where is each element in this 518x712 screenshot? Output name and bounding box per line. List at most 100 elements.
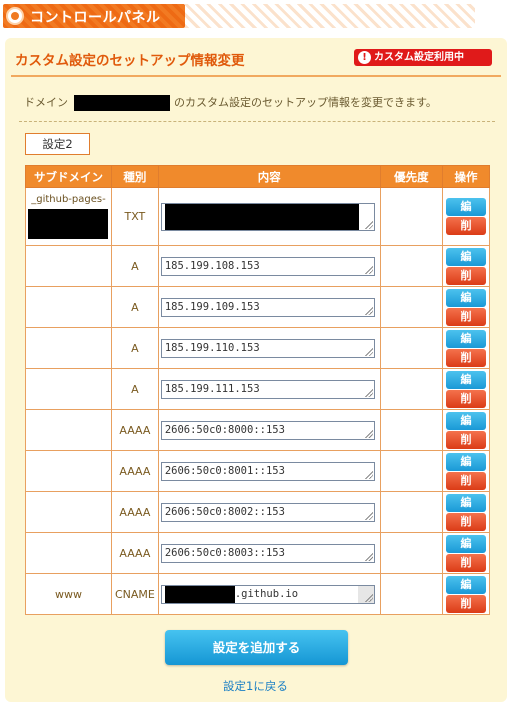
resize-grip-icon[interactable] <box>363 219 373 229</box>
table-row: A 185.199.110.153 編削 <box>25 327 490 369</box>
resize-grip-icon[interactable] <box>363 551 373 561</box>
table-row: AAAA 2606:50c0:8000::153 編削 <box>25 409 490 451</box>
content-field[interactable]: 185.199.108.153 <box>160 256 375 276</box>
subdomain-cell: _github-pages- <box>25 187 112 246</box>
content-cell <box>157 187 381 246</box>
header-operation: 操作 <box>442 165 490 188</box>
delete-button[interactable]: 削 <box>446 348 487 367</box>
table-row: AAAA 2606:50c0:8001::153 編削 <box>25 450 490 492</box>
content-field[interactable] <box>160 202 375 231</box>
content-field[interactable]: 185.199.109.153 <box>160 297 375 317</box>
edit-button[interactable]: 編 <box>446 452 487 471</box>
redacted-content <box>164 203 359 230</box>
content-value: 185.199.108.153 <box>164 259 260 272</box>
panel-title: カスタム設定のセットアップ情報変更 <box>15 53 245 69</box>
subdomain-cell <box>25 368 112 410</box>
edit-button[interactable]: 編 <box>446 370 487 389</box>
settings-panel: カスタム設定のセットアップ情報変更 ! カスタム設定利用中 ドメイン のカスタム設… <box>5 38 507 702</box>
description-suffix: のカスタム設定のセットアップ情報を変更できます。 <box>174 96 437 109</box>
delete-button[interactable]: 削 <box>446 266 487 285</box>
delete-button[interactable]: 削 <box>446 471 487 490</box>
description: ドメイン のカスタム設定のセットアップ情報を変更できます。 <box>24 94 437 111</box>
resize-grip-icon[interactable] <box>363 305 373 315</box>
edit-button[interactable]: 編 <box>446 329 487 348</box>
header-stripe <box>185 4 475 28</box>
edit-button[interactable]: 編 <box>446 411 487 430</box>
content-field[interactable]: 185.199.111.153 <box>160 379 375 399</box>
subdomain-cell <box>25 491 112 533</box>
content-cell: 2606:50c0:8003::153 <box>157 532 381 574</box>
type-cell: AAAA <box>110 450 159 492</box>
resize-grip-icon[interactable] <box>363 264 373 274</box>
header-type: 種別 <box>110 165 159 188</box>
operation-cell: 編削 <box>442 573 490 615</box>
header-priority: 優先度 <box>379 165 444 188</box>
set-label: 設定2 <box>25 133 90 155</box>
edit-button[interactable]: 編 <box>446 247 487 266</box>
subdomain-cell <box>25 409 112 451</box>
content-cell: 185.199.109.153 <box>157 286 381 328</box>
delete-button[interactable]: 削 <box>446 512 487 531</box>
alert-icon: ! <box>358 51 371 64</box>
edit-button[interactable]: 編 <box>446 198 487 216</box>
operation-cell: 編削 <box>442 532 490 574</box>
content-value: 2606:50c0:8001::153 <box>164 464 285 477</box>
content-value: 185.199.110.153 <box>164 341 260 354</box>
resize-grip-icon[interactable] <box>363 469 373 479</box>
table-row: AAAA 2606:50c0:8003::153 編削 <box>25 532 490 574</box>
content-field[interactable]: 2606:50c0:8001::153 <box>160 461 375 481</box>
add-setting-button[interactable]: 設定を追加する <box>165 630 348 665</box>
edit-button[interactable]: 編 <box>446 288 487 307</box>
edit-button[interactable]: 編 <box>446 534 487 553</box>
subdomain-cell <box>25 245 112 287</box>
dotted-divider <box>19 121 495 122</box>
content-field[interactable]: 2606:50c0:8002::153 <box>160 502 375 522</box>
type-cell: A <box>110 245 159 287</box>
content-field[interactable]: 2606:50c0:8000::153 <box>160 420 375 440</box>
description-prefix: ドメイン <box>24 96 68 109</box>
resize-grip-icon[interactable] <box>363 428 373 438</box>
delete-button[interactable]: 削 <box>446 594 487 613</box>
type-cell: AAAA <box>110 532 159 574</box>
content-field[interactable]: 185.199.110.153 <box>160 338 375 358</box>
edit-button[interactable]: 編 <box>446 493 487 512</box>
type-cell: AAAA <box>110 409 159 451</box>
content-value: .github.io <box>234 587 299 600</box>
resize-grip-icon[interactable] <box>363 592 373 602</box>
content-field[interactable]: 2606:50c0:8003::153 <box>160 543 375 563</box>
resize-grip-icon[interactable] <box>363 510 373 520</box>
delete-button[interactable]: 削 <box>446 430 487 449</box>
content-value: 2606:50c0:8002::153 <box>164 505 285 518</box>
content-cell: 2606:50c0:8002::153 <box>157 491 381 533</box>
operation-cell: 編 削 <box>442 187 490 246</box>
subdomain-cell <box>25 327 112 369</box>
operation-cell: 編削 <box>442 286 490 328</box>
header-subdomain: サブドメイン <box>25 165 112 188</box>
delete-button[interactable]: 削 <box>446 217 487 235</box>
subdomain-cell <box>25 532 112 574</box>
type-cell: CNAME <box>110 573 159 615</box>
delete-button[interactable]: 削 <box>446 307 487 326</box>
header-content: 内容 <box>157 165 381 188</box>
type-cell: A <box>110 327 159 369</box>
redacted-content <box>164 585 235 603</box>
table-row: A 185.199.111.153 編削 <box>25 368 490 410</box>
type-cell: TXT <box>110 187 159 246</box>
operation-cell: 編削 <box>442 450 490 492</box>
back-to-setting1-link[interactable]: 設定1に戻る <box>223 678 288 694</box>
header-title: コントロールパネル <box>30 10 161 26</box>
type-cell: A <box>110 368 159 410</box>
gear-icon <box>6 7 24 25</box>
dns-records-table: サブドメイン 種別 内容 優先度 操作 _github-pages- TXT 編… <box>25 165 490 615</box>
table-row: AAAA 2606:50c0:8002::153 編削 <box>25 491 490 533</box>
operation-cell: 編削 <box>442 409 490 451</box>
resize-grip-icon[interactable] <box>363 346 373 356</box>
delete-button[interactable]: 削 <box>446 389 487 408</box>
priority-cell <box>379 327 444 369</box>
content-field[interactable]: .github.io <box>160 584 375 604</box>
content-value: 185.199.111.153 <box>164 382 260 395</box>
priority-cell <box>379 532 444 574</box>
delete-button[interactable]: 削 <box>446 553 487 572</box>
edit-button[interactable]: 編 <box>446 575 487 594</box>
resize-grip-icon[interactable] <box>363 387 373 397</box>
